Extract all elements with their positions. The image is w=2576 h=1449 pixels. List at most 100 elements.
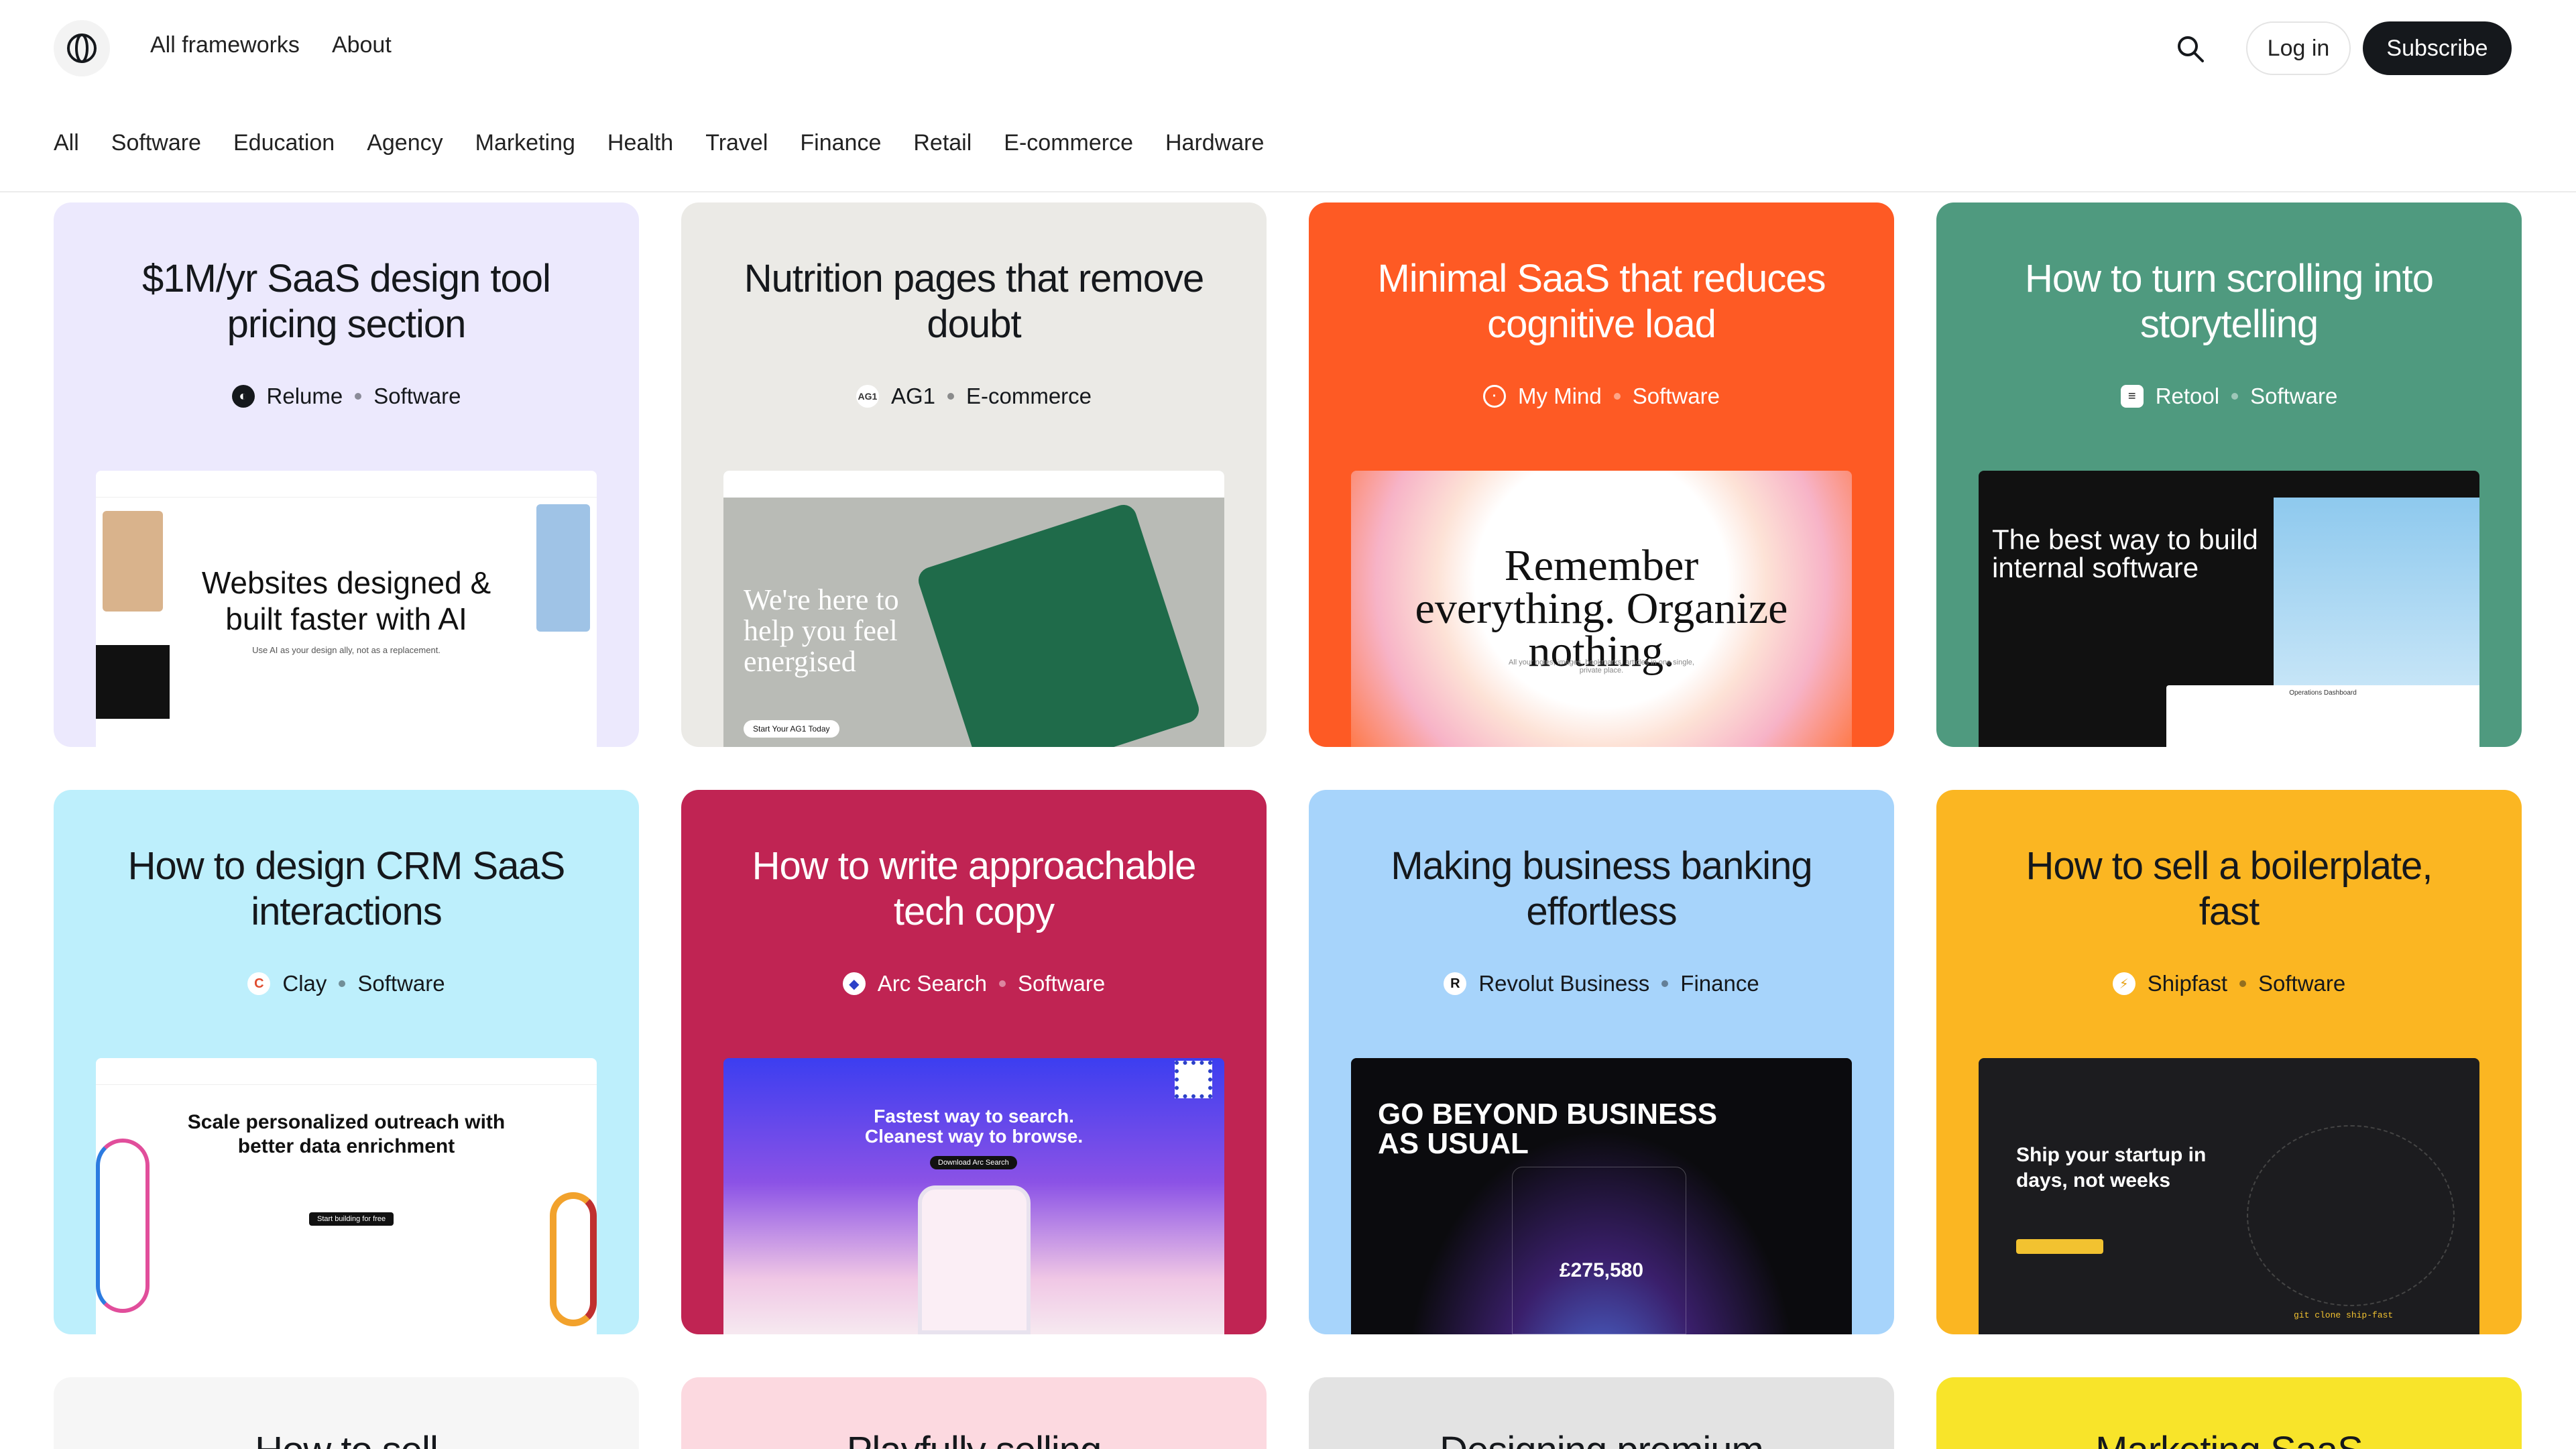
logo-glyph-icon: [67, 34, 97, 63]
screenshot-headline: Scale personalized outreach with better …: [187, 1111, 506, 1157]
screenshot-navbar: [723, 471, 1224, 498]
screenshot-balance-card: [1512, 1167, 1686, 1334]
framework-card[interactable]: How to write approachable tech copy ◆ Ar…: [681, 790, 1267, 1334]
card-screenshot: Fastest way to search. Cleanest way to b…: [723, 1058, 1224, 1334]
screenshot-headline: The best way to build internal software: [1992, 524, 2258, 583]
category-health[interactable]: Health: [607, 130, 673, 156]
card-title: Marketing SaaS: [1936, 1428, 2522, 1449]
relume-logo-icon: ◐: [231, 385, 255, 408]
screenshot-navbar: [1351, 1058, 1852, 1085]
card-screenshot: The best way to build internal software …: [1979, 471, 2479, 747]
category-software[interactable]: Software: [111, 130, 201, 156]
screenshot-navbar: [723, 1058, 1224, 1085]
screenshot-cta: Start building for free: [309, 1212, 394, 1226]
framework-card[interactable]: Playfully selling: [681, 1377, 1267, 1449]
card-meta: R Revolut Business Finance: [1309, 971, 1894, 996]
framework-card[interactable]: How to sell a boilerplate, fast ⚡ Shipfa…: [1936, 790, 2522, 1334]
login-button[interactable]: Log in: [2246, 21, 2351, 75]
card-screenshot: We're here to help you feel energised St…: [723, 471, 1224, 747]
card-title: How to write approachable tech copy: [752, 844, 1197, 933]
card-screenshot: Ship your startup in days, not weeks git…: [1979, 1058, 2479, 1334]
category-travel[interactable]: Travel: [705, 130, 768, 156]
meta-separator: [2239, 980, 2246, 987]
card-brand: Arc Search: [877, 971, 987, 996]
framework-card[interactable]: How to sell: [54, 1377, 639, 1449]
nav-all-frameworks[interactable]: All frameworks: [150, 32, 300, 58]
screenshot-product-image: [915, 501, 1203, 747]
framework-card[interactable]: Minimal SaaS that reduces cognitive load…: [1309, 202, 1894, 747]
shipfast-logo-icon: ⚡: [2112, 972, 2135, 995]
screenshot-navbar: [96, 1058, 597, 1085]
card-title: Playfully selling: [681, 1428, 1267, 1449]
framework-card[interactable]: Nutrition pages that remove doubt AG1 AG…: [681, 202, 1267, 747]
screenshot-phone: [918, 1185, 1031, 1334]
card-title: $1M/yr SaaS design tool pricing section: [142, 257, 551, 346]
card-category: Software: [2250, 384, 2338, 408]
screenshot-stack-diagram: [2247, 1125, 2455, 1306]
screenshot-command: git clone ship-fast: [2294, 1310, 2394, 1320]
card-category: Software: [357, 971, 445, 996]
screenshot-headline: Websites designed & built faster with AI: [201, 565, 491, 636]
screenshot-subtext: All your notes, images, bookmarks, artic…: [1509, 658, 1694, 675]
category-education[interactable]: Education: [233, 130, 335, 156]
framework-card[interactable]: $1M/yr SaaS design tool pricing section …: [54, 202, 639, 747]
retool-logo-icon: ≡: [2120, 385, 2144, 408]
category-finance[interactable]: Finance: [800, 130, 881, 156]
card-meta: ⚡ Shipfast Software: [1936, 971, 2522, 996]
card-title: Designing premium: [1309, 1428, 1894, 1449]
category-marketing[interactable]: Marketing: [475, 130, 575, 156]
framework-card[interactable]: Making business banking effortless R Rev…: [1309, 790, 1894, 1334]
card-title: Nutrition pages that remove doubt: [744, 257, 1204, 346]
card-title: How to turn scrolling into storytelling: [2024, 257, 2434, 346]
screenshot-navbar: [1979, 471, 2479, 498]
screenshot-ribbon-art: [96, 1139, 150, 1313]
framework-grid: $1M/yr SaaS design tool pricing section …: [54, 202, 2522, 1449]
category-all[interactable]: All: [54, 130, 79, 156]
card-brand: AG1: [890, 384, 935, 408]
revolut-logo-icon: R: [1444, 972, 1467, 995]
framework-card[interactable]: How to design CRM SaaS interactions C Cl…: [54, 790, 639, 1334]
card-meta: · My Mind Software: [1309, 384, 1894, 409]
meta-separator: [999, 980, 1006, 987]
category-agency[interactable]: Agency: [367, 130, 443, 156]
card-brand: Clay: [282, 971, 327, 996]
screenshot-headline: GO BEYOND BUSINESS AS USUAL: [1378, 1098, 1718, 1160]
category-nav: All Software Education Agency Marketing …: [54, 130, 1264, 156]
arc-search-logo-icon: ◆: [842, 972, 866, 995]
nav-about[interactable]: About: [332, 32, 392, 58]
card-screenshot: Remember everything. Organize nothing. A…: [1351, 471, 1852, 747]
category-ecommerce[interactable]: E-commerce: [1004, 130, 1133, 156]
card-screenshot: Websites designed & built faster with AI…: [96, 471, 597, 747]
search-button[interactable]: [2172, 31, 2209, 67]
card-meta: ◆ Arc Search Software: [681, 971, 1267, 996]
card-meta: AG1 AG1 E-commerce: [681, 384, 1267, 409]
screenshot-cta: Start Your AG1 Today: [744, 720, 839, 738]
card-meta: ◐ Relume Software: [54, 384, 639, 409]
meta-separator: [1613, 393, 1621, 400]
card-screenshot: Scale personalized outreach with better …: [96, 1058, 597, 1334]
meta-separator: [947, 393, 954, 400]
card-title: How to sell a boilerplate, fast: [2026, 844, 2433, 933]
card-category: Software: [373, 384, 461, 408]
card-title: How to sell: [54, 1428, 639, 1449]
screenshot-ribbon-art: [550, 1192, 597, 1326]
meta-separator: [355, 393, 362, 400]
card-category: Software: [1632, 384, 1720, 408]
subscribe-button[interactable]: Subscribe: [2363, 21, 2512, 75]
site-logo-icon[interactable]: [54, 20, 110, 76]
framework-card[interactable]: How to turn scrolling into storytelling …: [1936, 202, 2522, 747]
screenshot-cta: Download Arc Search: [930, 1156, 1017, 1169]
category-hardware[interactable]: Hardware: [1165, 130, 1264, 156]
category-retail[interactable]: Retail: [913, 130, 972, 156]
card-brand: Retool: [2155, 384, 2220, 408]
primary-nav: All frameworks About: [150, 32, 392, 58]
card-category: Software: [1018, 971, 1106, 996]
qr-code-icon: [1175, 1061, 1212, 1098]
card-title: How to design CRM SaaS interactions: [127, 844, 566, 933]
framework-card[interactable]: Designing premium: [1309, 1377, 1894, 1449]
ag1-logo-icon: AG1: [856, 385, 879, 408]
card-meta: C Clay Software: [54, 971, 639, 996]
screenshot-cta-button: [2016, 1239, 2103, 1254]
screenshot-block: [96, 645, 170, 719]
framework-card[interactable]: Marketing SaaS: [1936, 1377, 2522, 1449]
